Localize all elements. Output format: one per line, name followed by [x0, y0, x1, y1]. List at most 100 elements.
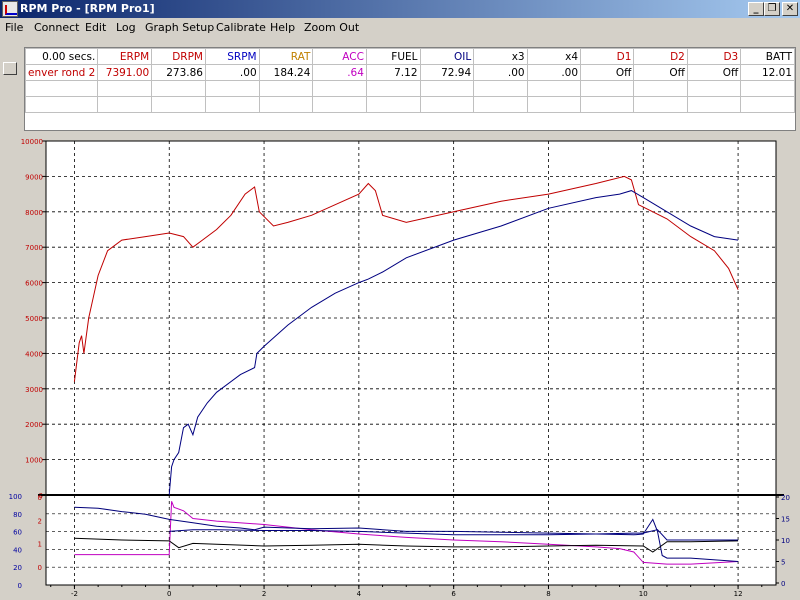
x-tick-label: 2	[262, 590, 266, 598]
grid-header-cell: x4	[526, 48, 582, 65]
grid-empty-cell	[419, 96, 475, 113]
grid-value-cell: 72.94	[419, 64, 475, 81]
lower-left-y-tick-label: 80	[13, 511, 22, 519]
grid-empty-cell	[97, 96, 153, 113]
lower-left-y-tick-label: 0	[18, 582, 22, 590]
x-tick-label: 10	[639, 590, 648, 598]
grid-header-cell: OIL	[419, 48, 475, 65]
grid-header-cell: SRPM	[204, 48, 260, 65]
grid-value-cell: 7.12	[365, 64, 421, 81]
menu-help[interactable]: Help	[270, 21, 295, 34]
lower-left-y-tick-label: 60	[13, 529, 22, 537]
data-grid-area: 0.00 secs. ERPM DRPM SRPM RAT ACC FUEL OIL x3 x4 D…	[0, 40, 800, 132]
upper-y-tick-label: 9000	[25, 173, 43, 181]
grid-empty-cell	[151, 80, 206, 97]
lower-right-y-tick-label: 5	[781, 559, 785, 567]
grid-value-cell: Off	[633, 64, 688, 81]
upper-y-tick-label: 5000	[25, 315, 43, 323]
lower-red-y-tick-label: 0	[38, 564, 42, 572]
grid-empty-cell	[312, 96, 367, 113]
x-tick-label: 8	[546, 590, 550, 598]
x-tick-label: 4	[357, 590, 362, 598]
lower-right-y-tick-label: 20	[781, 494, 790, 502]
rpm-graph[interactable]: 1000090008000700060005000400030002000100…	[0, 133, 800, 600]
menu-file[interactable]: File	[5, 21, 23, 34]
app-window: RPM Pro - [RPM Pro1] _ ❐ ✕ File Connect …	[0, 0, 800, 600]
menu-calibrate[interactable]: Calibrate	[216, 21, 266, 34]
upper-y-tick-label: 3000	[25, 386, 43, 394]
app-icon[interactable]	[2, 1, 18, 17]
lower-red-y-tick-label: 2	[38, 517, 42, 525]
window-title: RPM Pro - [RPM Pro1]	[20, 2, 155, 15]
grid-empty-cell	[526, 96, 582, 113]
grid-empty-cell	[365, 96, 421, 113]
lower-left-y-tick-label: 100	[9, 493, 22, 501]
grid-value-cell: Off	[580, 64, 635, 81]
grid-value-cell: 184.24	[258, 64, 314, 81]
lower-right-y-tick-label: 0	[781, 580, 785, 588]
grid-value-cell: enver rond 2	[24, 64, 99, 81]
minimize-button[interactable]: _	[748, 2, 764, 16]
grid-value-cell: 7391.00	[97, 64, 153, 81]
grid-value-cell: .00	[204, 64, 260, 81]
upper-y-tick-label: 1000	[25, 457, 43, 465]
grid-empty-cell	[580, 80, 635, 97]
grid-empty-cell	[151, 96, 206, 113]
lower-right-y-tick-label: 15	[781, 516, 790, 524]
upper-y-tick-label: 4000	[25, 350, 43, 358]
menu-zoom-out[interactable]: Zoom Out	[304, 21, 359, 34]
grid-empty-cell	[312, 80, 367, 97]
menu-log[interactable]: Log	[116, 21, 136, 34]
menu-graph-setup[interactable]: Graph Setup	[145, 21, 214, 34]
grid-empty-cell	[473, 80, 528, 97]
grid-header-cell: FUEL	[365, 48, 421, 65]
data-grid[interactable]: 0.00 secs. ERPM DRPM SRPM RAT ACC FUEL OIL x3 x4 D…	[24, 47, 796, 131]
grid-empty-cell	[24, 80, 99, 97]
grid-value-cell: .00	[526, 64, 582, 81]
restore-button[interactable]: ❐	[764, 2, 780, 16]
grid-header-cell: D2	[633, 48, 688, 65]
upper-y-tick-label: 2000	[25, 421, 43, 429]
grid-empty-cell	[419, 80, 475, 97]
grid-empty-cell	[204, 96, 260, 113]
upper-y-tick-label: 7000	[25, 244, 43, 252]
lower-red-y-tick-label: 1	[38, 541, 42, 549]
upper-y-tick-label: 10000	[21, 138, 43, 146]
menu-connect[interactable]: Connect	[34, 21, 79, 34]
x-tick-label: 0	[167, 590, 171, 598]
grid-select-button[interactable]	[3, 62, 17, 75]
grid-empty-cell	[740, 80, 795, 97]
title-bar[interactable]: RPM Pro - [RPM Pro1] _ ❐ ✕	[0, 0, 800, 18]
grid-value-cell: Off	[686, 64, 742, 81]
grid-empty-row	[24, 80, 795, 97]
lower-right-y-tick-label: 10	[781, 537, 790, 545]
grid-value-cell: .64	[312, 64, 367, 81]
x-tick-label: 12	[734, 590, 743, 598]
x-tick-label: 6	[451, 590, 456, 598]
grid-value-cell: 273.86	[151, 64, 206, 81]
grid-empty-cell	[633, 96, 688, 113]
grid-header-cell: RAT	[258, 48, 314, 65]
grid-empty-cell	[473, 96, 528, 113]
upper-y-tick-label: 8000	[25, 209, 43, 217]
grid-header-row: 0.00 secs. ERPM DRPM SRPM RAT ACC FUEL OIL x3 x4 D…	[24, 48, 795, 65]
grid-value-cell: .00	[473, 64, 528, 81]
grid-empty-cell	[740, 96, 795, 113]
grid-empty-cell	[97, 80, 153, 97]
grid-header-cell: D3	[686, 48, 742, 65]
grid-header-cell: ERPM	[97, 48, 153, 65]
upper-y-tick-label: 6000	[25, 280, 43, 288]
grid-value-row: enver rond 2 7391.00 273.86.00 184.24.64 7.1…	[24, 64, 795, 81]
x-tick-label: -2	[71, 590, 78, 598]
grid-empty-row	[24, 96, 795, 113]
lower-red-y-tick-label: 0	[38, 494, 42, 502]
grid-empty-cell	[204, 80, 260, 97]
grid-header-cell: x3	[473, 48, 528, 65]
grid-empty-cell	[633, 80, 688, 97]
grid-header-cell: DRPM	[151, 48, 206, 65]
menu-edit[interactable]: Edit	[85, 21, 106, 34]
grid-empty-cell	[24, 96, 99, 113]
grid-empty-cell	[686, 96, 742, 113]
grid-empty-cell	[258, 80, 314, 97]
close-button[interactable]: ✕	[782, 2, 798, 16]
